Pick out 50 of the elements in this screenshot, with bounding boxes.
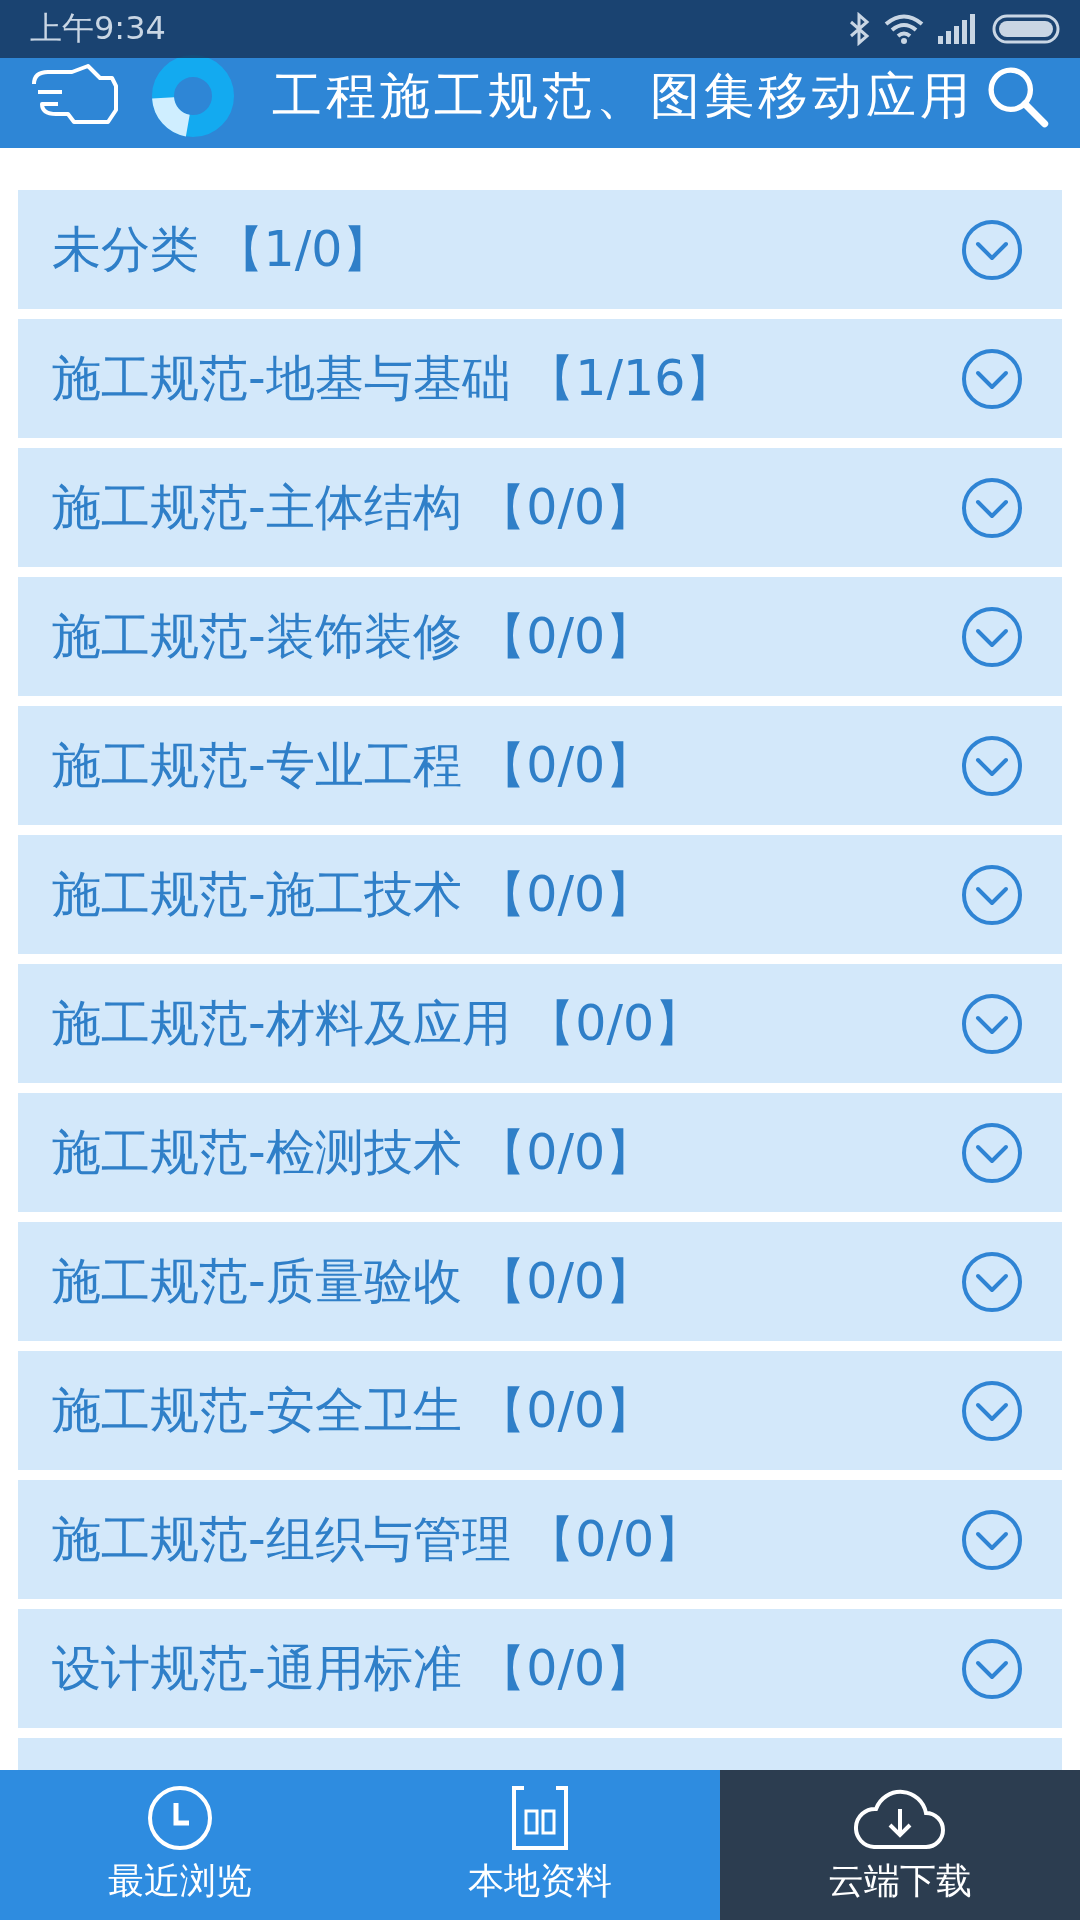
category-label: 设计规范-通用标准 【0/0】 — [52, 1638, 656, 1699]
status-time: 上午9:34 — [30, 8, 166, 49]
category-row[interactable]: 施工规范-安全卫生 【0/0】 — [18, 1351, 1062, 1470]
nav-tab[interactable]: 云端下载 — [720, 1770, 1080, 1920]
category-row[interactable]: 施工规范-组织与管理 【0/0】 — [18, 1480, 1062, 1599]
category-label: 未分类 【1/0】 — [52, 219, 393, 280]
category-row[interactable]: 施工规范-材料及应用 【0/0】 — [18, 964, 1062, 1083]
nav-tab[interactable]: 本地资料 — [360, 1770, 720, 1920]
category-row[interactable]: 施工规范-主体结构 【0/0】 — [18, 448, 1062, 567]
app-title: 工程施工规范、图集移动应用 — [272, 65, 975, 127]
category-row[interactable]: 施工规范-装饰装修 【0/0】 — [18, 577, 1062, 696]
category-row[interactable]: 设计规范-通用标准 【0/0】 — [18, 1609, 1062, 1728]
nav-tab-label: 本地资料 — [468, 1858, 612, 1903]
chevron-down-icon — [960, 217, 1024, 282]
category-label: 施工规范-材料及应用 【0/0】 — [52, 993, 705, 1054]
chevron-down-icon — [960, 604, 1024, 669]
battery-icon — [992, 14, 1060, 44]
chevron-down-icon — [960, 1378, 1024, 1443]
chevron-down-icon — [960, 1249, 1024, 1314]
category-label: 施工规范-安全卫生 【0/0】 — [52, 1380, 656, 1441]
category-label: 施工规范-组织与管理 【0/0】 — [52, 1509, 705, 1570]
chevron-down-icon — [960, 475, 1024, 540]
category-label: 施工规范-质量验收 【0/0】 — [52, 1251, 656, 1312]
category-row[interactable]: 施工规范-施工技术 【0/0】 — [18, 835, 1062, 954]
chevron-down-icon — [960, 1507, 1024, 1572]
nav-tab[interactable]: 最近浏览 — [0, 1770, 360, 1920]
signal-icon — [938, 14, 978, 44]
wifi-icon — [884, 13, 924, 45]
clock-icon — [147, 1784, 213, 1851]
bluetooth-icon — [848, 12, 870, 46]
nav-tab-label: 云端下载 — [828, 1858, 972, 1903]
category-row[interactable]: 施工规范-地基与基础 【1/16】 — [18, 319, 1062, 438]
chevron-down-icon — [960, 733, 1024, 798]
chevron-down-icon — [960, 346, 1024, 411]
category-label: 施工规范-主体结构 【0/0】 — [52, 477, 656, 538]
document-icon — [510, 1784, 570, 1851]
category-row[interactable]: 施工规范-质量验收 【0/0】 — [18, 1222, 1062, 1341]
nav-tab-label: 最近浏览 — [108, 1858, 252, 1903]
category-label: 施工规范-检测技术 【0/0】 — [52, 1122, 656, 1183]
category-label: 施工规范-地基与基础 【1/16】 — [52, 348, 736, 409]
chevron-down-icon — [960, 862, 1024, 927]
category-row[interactable]: 施工规范-专业工程 【0/0】 — [18, 706, 1062, 825]
chevron-down-icon — [960, 991, 1024, 1056]
chevron-down-icon — [960, 1120, 1024, 1185]
category-label: 施工规范-施工技术 【0/0】 — [52, 864, 656, 925]
chevron-down-icon — [960, 1636, 1024, 1701]
category-row[interactable]: 施工规范-检测技术 【0/0】 — [18, 1093, 1062, 1212]
category-label: 施工规范-装饰装修 【0/0】 — [52, 606, 656, 667]
category-row[interactable]: 未分类 【1/0】 — [18, 190, 1062, 309]
category-label: 施工规范-专业工程 【0/0】 — [52, 735, 656, 796]
